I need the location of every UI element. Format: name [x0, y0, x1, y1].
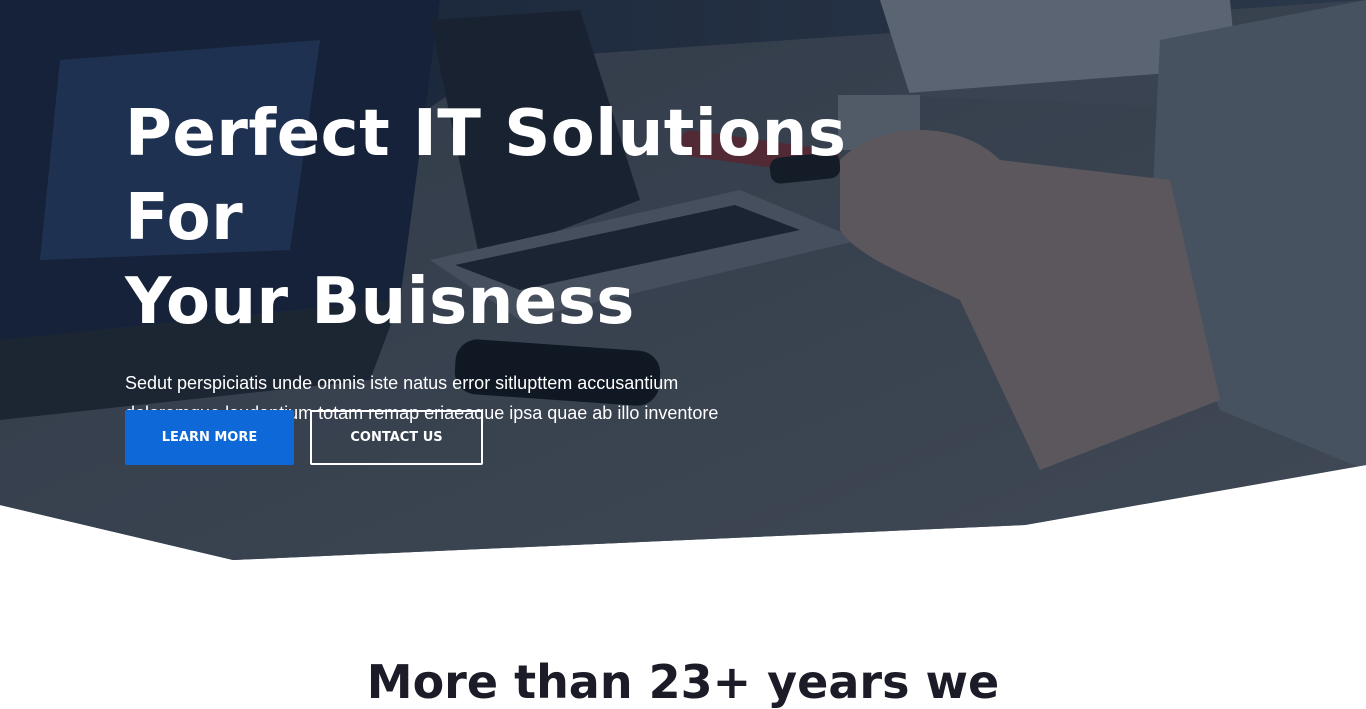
hero-section: Perfect IT Solutions For Your Buisness S… [0, 0, 1366, 560]
learn-more-button[interactable]: LEARN MORE [125, 410, 294, 465]
about-section-heading: More than 23+ years we [366, 655, 1000, 709]
hero-buttons: LEARN MORE CONTACT US [125, 410, 483, 465]
hero-title-line-2: Your Buisness [125, 265, 635, 339]
contact-us-button[interactable]: CONTACT US [310, 410, 483, 465]
hero-content: Perfect IT Solutions For Your Buisness S… [125, 92, 925, 458]
hero-title: Perfect IT Solutions For Your Buisness [125, 92, 925, 344]
hero-title-line-1: Perfect IT Solutions For [125, 97, 847, 255]
